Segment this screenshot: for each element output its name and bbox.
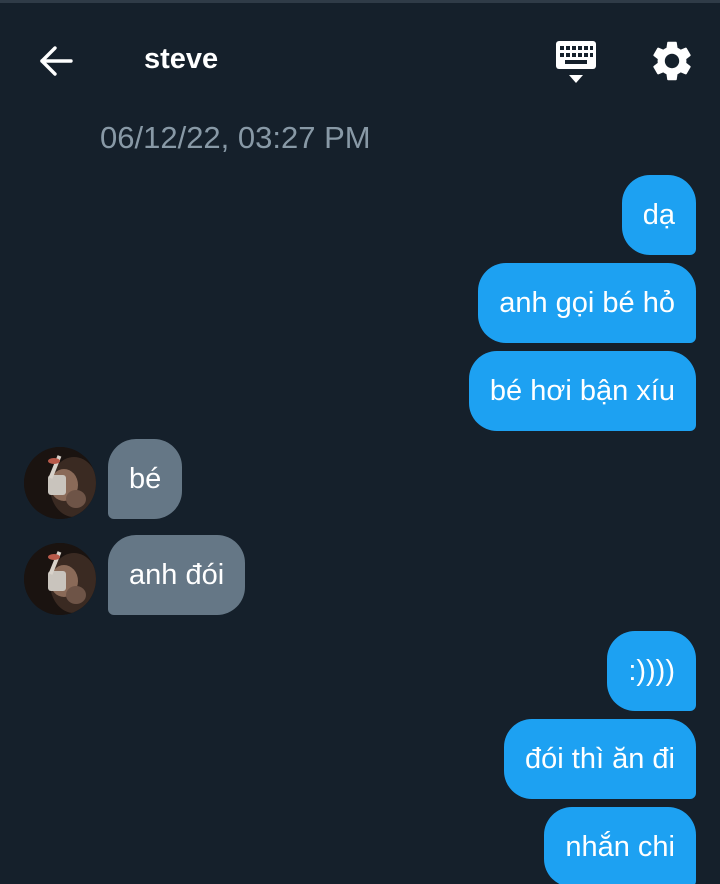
message-bubble-outgoing[interactable]: dạ — [621, 175, 696, 255]
message-bubble-outgoing[interactable]: đói thì ăn đi — [504, 719, 696, 799]
conversation-header: steve — [0, 3, 720, 113]
message-bubble-outgoing[interactable]: nhắn chi — [544, 807, 696, 884]
conversation-title[interactable]: steve — [144, 41, 218, 77]
message-bubble-outgoing[interactable]: anh gọi bé hỏ — [478, 263, 696, 343]
message-bubble-outgoing[interactable]: bé hơi bận xíu — [468, 351, 696, 431]
message-timestamp: 06/12/22, 03:27 PM — [100, 120, 371, 155]
back-button[interactable] — [32, 39, 80, 83]
message-bubble-outgoing[interactable]: :)))) — [607, 631, 696, 711]
avatar[interactable] — [24, 543, 96, 615]
avatar-photo — [24, 447, 96, 519]
dm-conversation-screen: steve 06/12/22, 03:27 PM dạ anh gọi bé h… — [0, 0, 720, 884]
avatar-photo — [24, 543, 96, 615]
keyboard-icon — [556, 41, 596, 83]
gear-icon — [653, 41, 691, 81]
arrow-left-icon — [40, 46, 73, 76]
message-bubble-incoming[interactable]: anh đói — [108, 535, 246, 615]
message-bubble-incoming[interactable]: bé — [108, 439, 183, 519]
settings-button[interactable] — [648, 37, 696, 85]
avatar[interactable] — [24, 447, 96, 519]
keyboard-button[interactable] — [551, 37, 601, 87]
